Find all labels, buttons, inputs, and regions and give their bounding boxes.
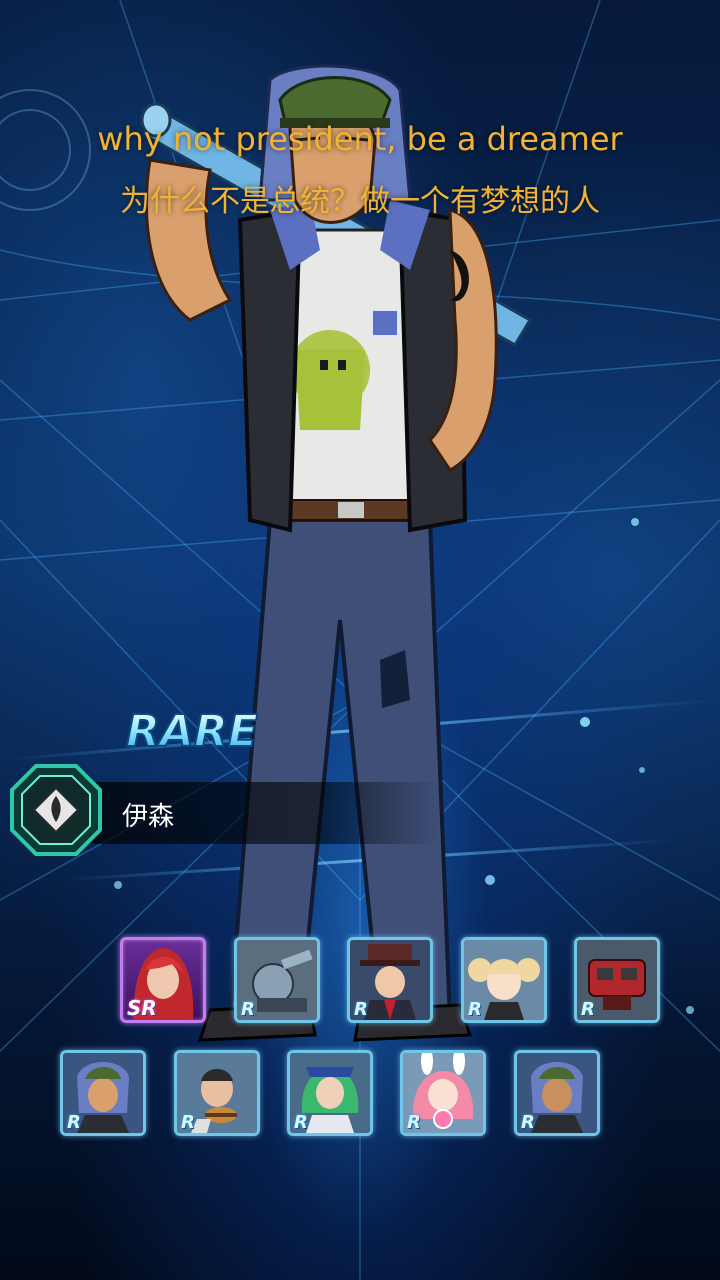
grade-badge: R bbox=[67, 1112, 81, 1133]
name-banner bbox=[60, 782, 440, 844]
grade-badge: SR bbox=[127, 996, 157, 1020]
roster-card-mech-turret[interactable]: R bbox=[234, 937, 320, 1023]
roster-card-top-hat-man[interactable]: R bbox=[347, 937, 433, 1023]
grade-badge: R bbox=[181, 1112, 195, 1133]
grade-badge: R bbox=[241, 999, 255, 1020]
quote-english: why not president, be a dreamer bbox=[97, 120, 623, 158]
quote-chinese: 为什么不是总统？做一个有梦想的人 bbox=[120, 184, 600, 219]
grade-badge: R bbox=[468, 999, 482, 1020]
rarity-label: RARE bbox=[126, 706, 258, 757]
grade-badge: R bbox=[354, 999, 368, 1020]
roster-card-green-hair-officer[interactable]: R bbox=[287, 1050, 373, 1136]
roster-card-capped-man-alt[interactable]: R bbox=[514, 1050, 600, 1136]
grade-badge: R bbox=[521, 1112, 535, 1133]
grade-badge: R bbox=[294, 1112, 308, 1133]
roster-card-pink-bunny-girl[interactable]: R bbox=[400, 1050, 486, 1136]
roster-card-capped-man[interactable]: R bbox=[60, 1050, 146, 1136]
roster-card-blonde-girl[interactable]: R bbox=[461, 937, 547, 1023]
roster-card-burger-man[interactable]: R bbox=[174, 1050, 260, 1136]
roster-card-red-haired-woman[interactable]: SR bbox=[120, 937, 206, 1023]
rarity-logo: RARE bbox=[125, 705, 259, 758]
grade-badge: R bbox=[407, 1112, 421, 1133]
grade-badge: R bbox=[581, 999, 595, 1020]
class-emblem-icon bbox=[10, 764, 102, 856]
roster-card-red-cannon[interactable]: R bbox=[574, 937, 660, 1023]
character-name: 伊森 bbox=[122, 802, 175, 832]
